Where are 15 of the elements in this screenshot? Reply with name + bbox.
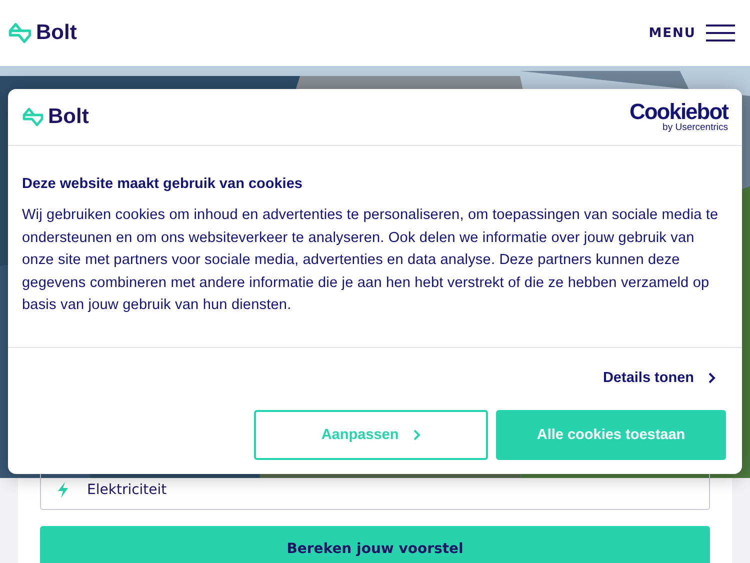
logo-icon <box>22 106 44 128</box>
chevron-icon <box>708 372 716 384</box>
submit-button[interactable]: Bereken jouw voorstel <box>40 526 710 563</box>
provider-logo: Cookiebot <box>629 101 728 124</box>
menu-icon <box>706 24 735 42</box>
provider-tagline: by Usercentrics <box>662 123 728 133</box>
chevron-icon <box>412 429 421 441</box>
logo-text: Bolt <box>48 105 89 129</box>
lightning-icon <box>57 482 69 498</box>
menu-button[interactable]: MENU <box>648 24 735 42</box>
logo-text[interactable]: Bolt <box>36 21 77 45</box>
dialog-text: Wij gebruiken cookies om inhoud en advertenties te personaliseren, om toepassingen van sociale media te ondersteunen en om ons websiteverkeer te analyseren. Ook delen we informatie over jouw gebruik van onze site met partners voor sociale media, advertenties en data analyse. Deze partners kunnen deze gegevens combineren met andere informatie die je aan hen hebt verstrekt of die ze hebben verzameld op basis van jouw gebruik van hun diensten. <box>22 206 720 315</box>
dialog-title: Deze website maakt gebruik van cookies <box>22 176 304 192</box>
logo-icon <box>8 21 32 45</box>
details-link[interactable]: Details tonen <box>602 370 716 386</box>
